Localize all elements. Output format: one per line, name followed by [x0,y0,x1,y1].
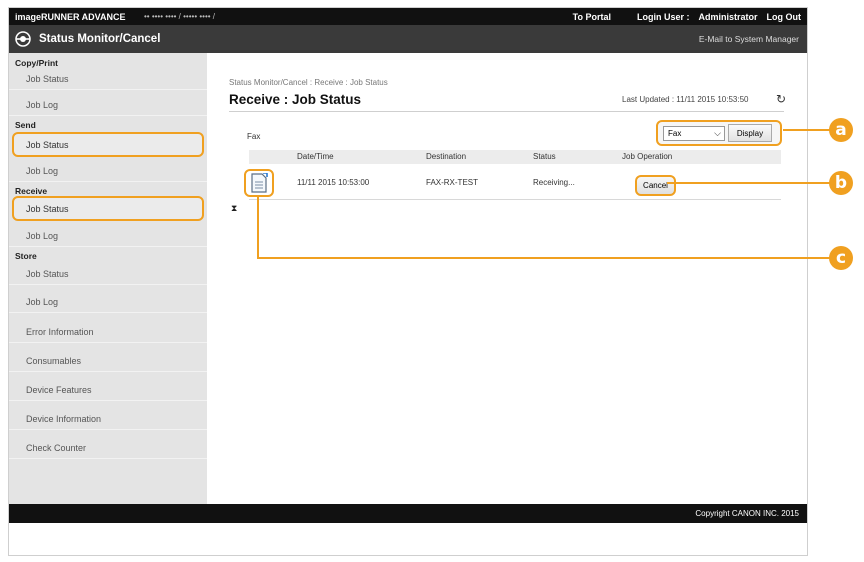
sidebar-item-receive-job-status[interactable]: Job Status [12,196,204,221]
title-bar: Status Monitor/Cancel E-Mail to System M… [9,25,807,53]
refresh-icon[interactable]: ↻ [776,92,786,106]
email-system-manager-link[interactable]: E-Mail to System Manager [699,34,799,44]
callout-c-line [257,257,830,259]
column-destination: Destination [426,152,467,161]
column-datetime: Date/Time [297,152,334,161]
column-job-operation: Job Operation [622,152,673,161]
sidebar-item-device-information[interactable]: Device Information [9,408,207,430]
callout-badge-b: b [829,171,853,195]
sidebar-heading-copy-print: Copy/Print [15,58,58,68]
sidebar-item-consumables[interactable]: Consumables [9,350,207,372]
cancel-button[interactable]: Cancel [635,175,676,196]
column-status: Status [533,152,556,161]
job-type-select-value: Fax [668,129,682,138]
chevron-down-icon: ⌵ [714,128,721,138]
breadcrumb: Status Monitor/Cancel : Receive : Job St… [229,78,388,87]
collapse-icon[interactable]: ⧗ [231,203,237,214]
display-button[interactable]: Display [728,124,772,142]
fax-label: Fax [247,132,261,141]
to-portal-link[interactable]: To Portal [573,12,611,22]
sidebar-item-device-features[interactable]: Device Features [9,379,207,401]
sidebar-item-receive-job-log[interactable]: Job Log [9,225,207,247]
page-title: Receive : Job Status [229,92,362,107]
sidebar-item-send-job-log[interactable]: Job Log [9,160,207,182]
job-details-icon[interactable] [244,169,274,197]
job-type-select[interactable]: Fax ⌵ [663,126,725,141]
app-title: Status Monitor/Cancel [39,33,161,45]
logout-link[interactable]: Log Out [767,12,802,22]
status-monitor-icon [15,31,31,47]
last-updated-text: Last Updated : 11/11 2015 10:53:50 [622,95,749,104]
copyright-text: Copyright CANON INC. 2015 [695,509,799,518]
callout-badge-c: c [829,246,853,270]
callout-badge-a: a [829,118,853,142]
sidebar-item-error-information[interactable]: Error Information [9,321,207,343]
sidebar-item-store-job-status[interactable]: Job Status [9,263,207,285]
sidebar-heading-store: Store [15,251,37,261]
row-datetime: 11/11 2015 10:53:00 [297,178,370,187]
document-icon [251,173,268,193]
sidebar: Copy/Print Job Status Job Log Send Job S… [9,53,207,504]
sidebar-item-copy-job-status[interactable]: Job Status [9,68,207,90]
row-status: Receiving... [533,178,575,187]
browser-frame: imageRUNNER ADVANCE •• •••• •••• / •••••… [8,7,808,556]
callout-b-line [667,182,830,184]
footer: Copyright CANON INC. 2015 [9,504,807,523]
sidebar-item-check-counter[interactable]: Check Counter [9,437,207,459]
login-user-name: Administrator [698,11,758,22]
top-bar: imageRUNNER ADVANCE •• •••• •••• / •••••… [9,8,807,25]
device-path: •• •••• •••• / ••••• •••• / [144,12,215,21]
main-content: Status Monitor/Cancel : Receive : Job St… [207,53,807,504]
sidebar-item-store-job-log[interactable]: Job Log [9,291,207,313]
table-header: Date/Time Destination Status Job Operati… [249,150,781,164]
brand-label: imageRUNNER ADVANCE [15,11,126,22]
callout-a-line [783,129,830,131]
sidebar-heading-send: Send [15,120,36,130]
sidebar-heading-receive: Receive [15,186,48,196]
callout-c-line-vertical [257,196,259,259]
title-divider [229,111,784,112]
display-filter-box: Fax ⌵ Display [656,120,782,146]
top-links: To Portal Login User : Administrator Log… [573,12,807,22]
login-user-label: Login User : [636,11,690,22]
row-destination: FAX-RX-TEST [426,178,479,187]
sidebar-item-copy-job-log[interactable]: Job Log [9,94,207,116]
sidebar-item-send-job-status[interactable]: Job Status [12,132,204,157]
